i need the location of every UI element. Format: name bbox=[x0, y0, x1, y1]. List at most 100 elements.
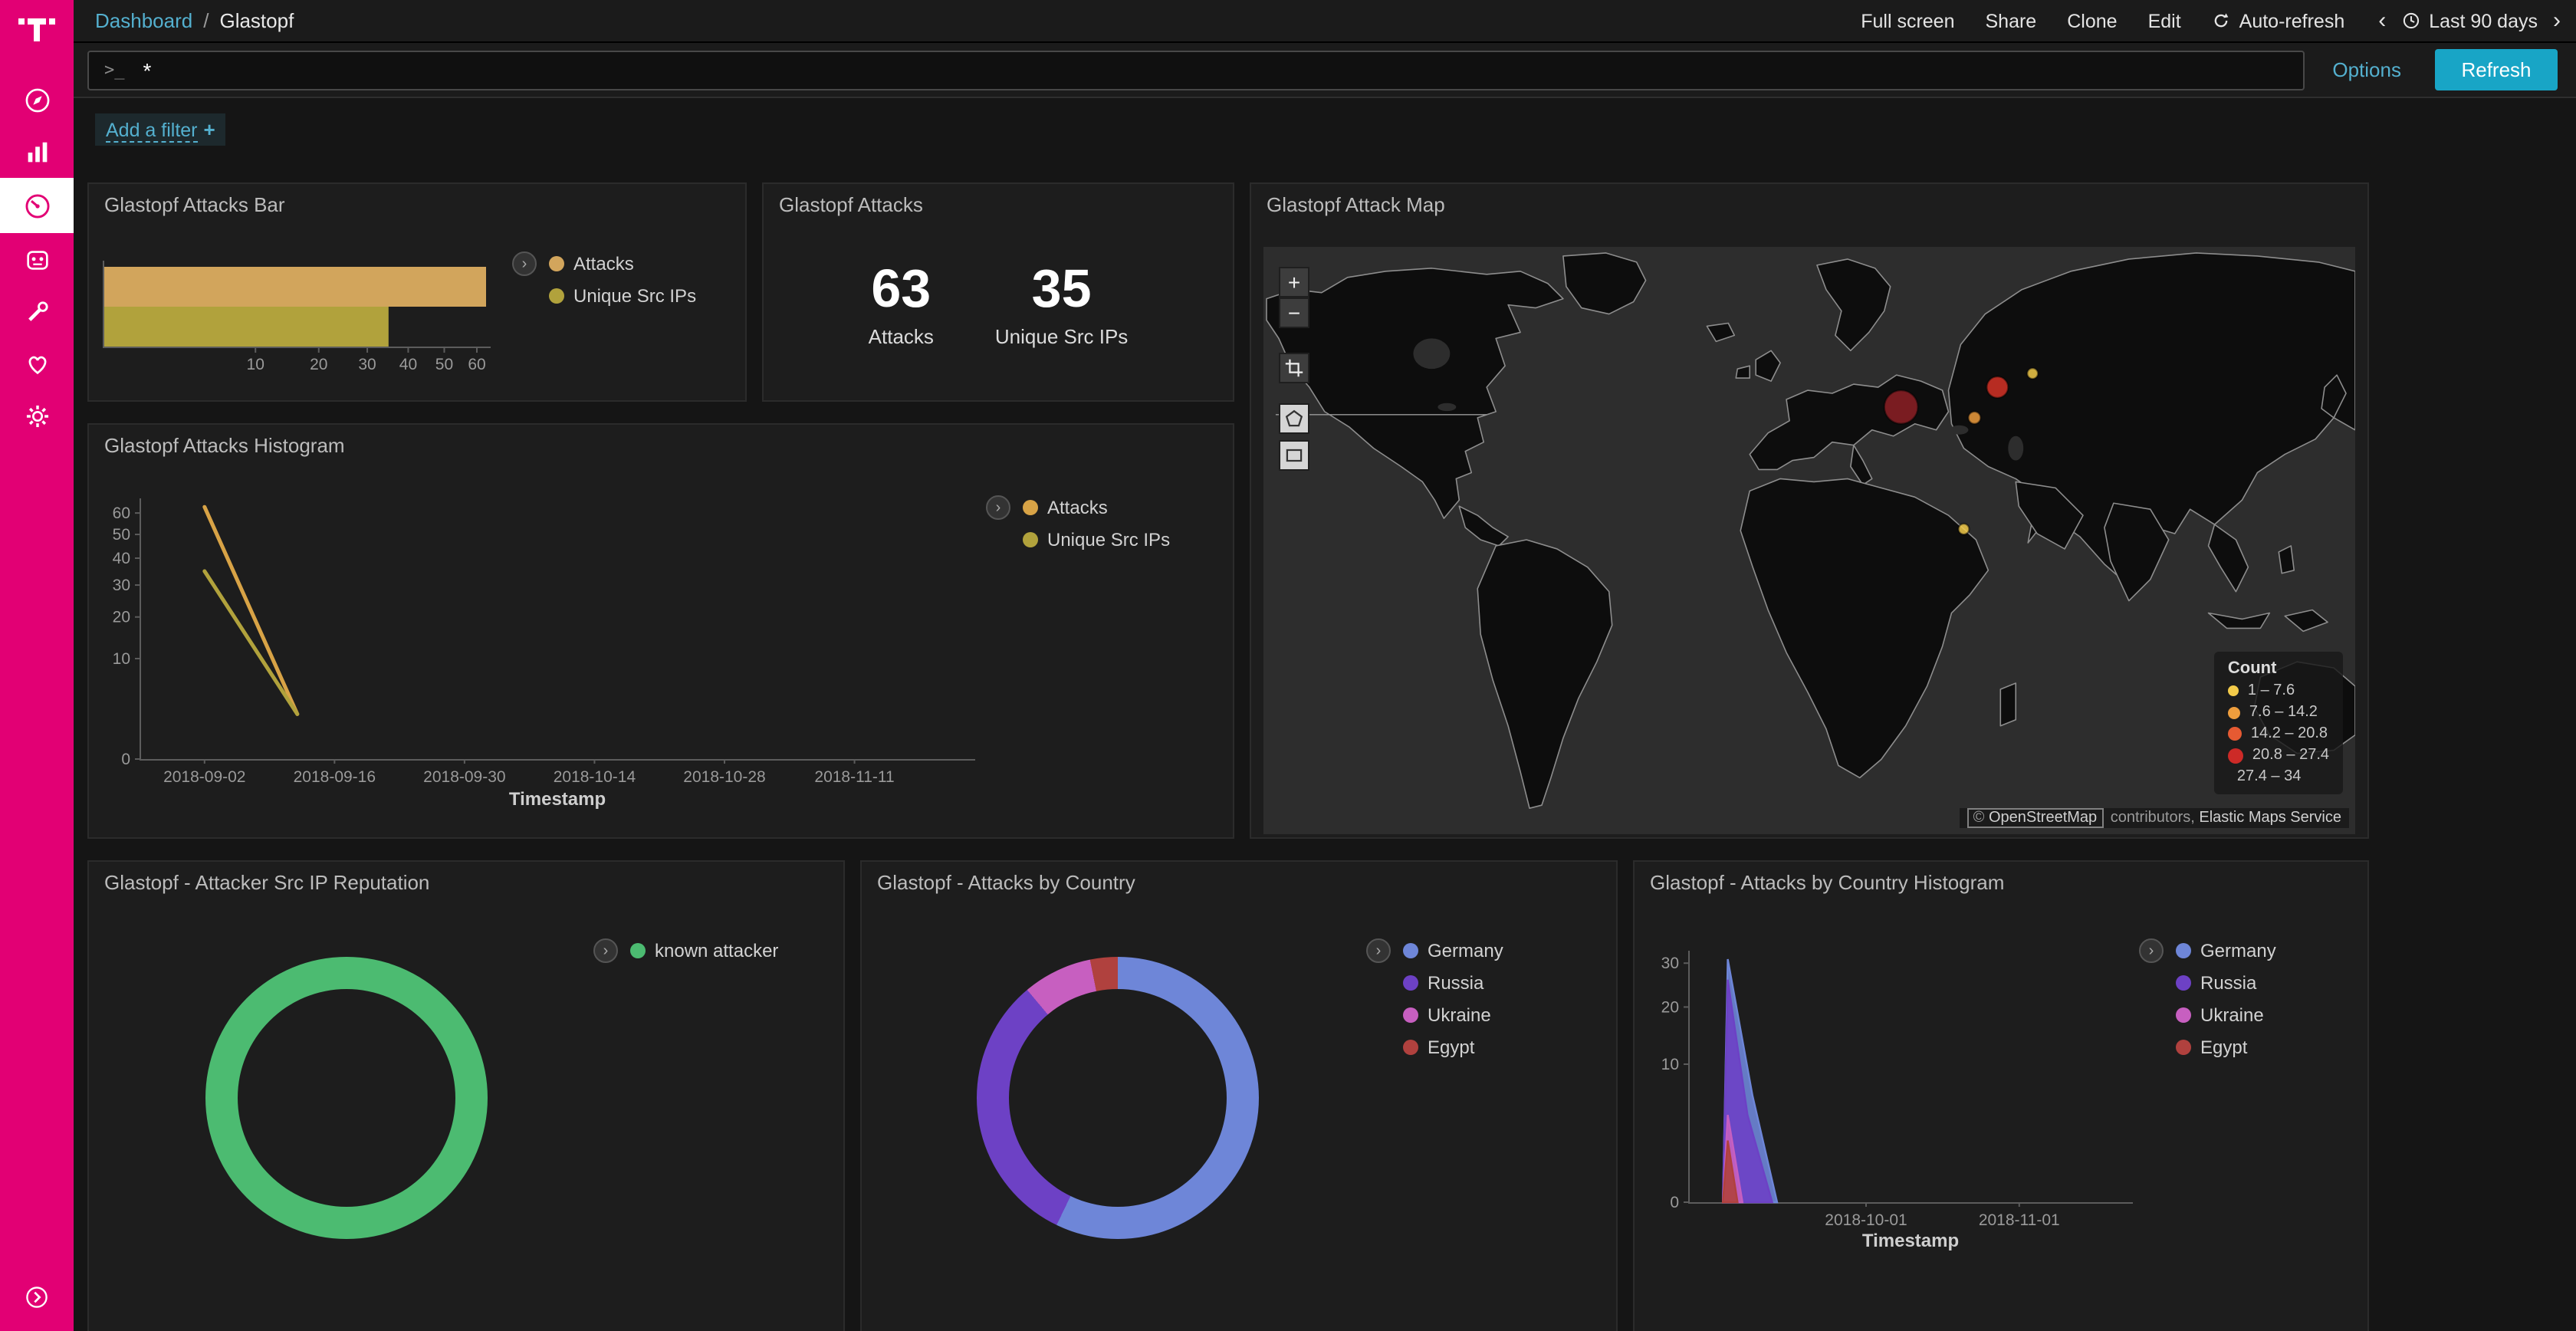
auto-refresh-button[interactable]: Auto-refresh bbox=[2212, 10, 2345, 31]
sidebar-collapse-button[interactable] bbox=[23, 1283, 51, 1316]
time-back-button[interactable]: ‹ bbox=[2378, 9, 2386, 32]
legend-label: Unique Src IPs bbox=[1047, 529, 1170, 550]
breadcrumb-dashboard-link[interactable]: Dashboard bbox=[95, 9, 192, 32]
query-bar: >_ * Options Refresh bbox=[74, 43, 2576, 98]
attacks-histogram-chart[interactable]: 01020304050602018-09-022018-09-162018-09… bbox=[89, 425, 1233, 837]
country-donut-chart[interactable] bbox=[977, 957, 1259, 1239]
donut-hole bbox=[1009, 989, 1227, 1207]
world-map[interactable]: + − Count bbox=[1263, 247, 2355, 834]
legend-dot bbox=[1403, 975, 1418, 991]
legend-label: Attacks bbox=[1047, 497, 1108, 518]
legend-dot bbox=[1403, 943, 1418, 958]
svg-text:2018-09-30: 2018-09-30 bbox=[423, 768, 505, 786]
wrench-icon bbox=[22, 297, 51, 326]
world-map-svg bbox=[1263, 247, 2355, 834]
legend-item[interactable]: Egypt bbox=[2176, 1037, 2276, 1058]
map-zoom-in-button[interactable]: + bbox=[1279, 267, 1309, 297]
legend-dot bbox=[549, 288, 564, 304]
sidebar-item-visualize[interactable] bbox=[0, 126, 74, 178]
sidebar-item-management[interactable] bbox=[0, 389, 74, 442]
country-area-chart[interactable]: 01020302018-10-012018-11-01Timestamp bbox=[1635, 862, 2367, 1331]
map-zoom-out-button[interactable]: − bbox=[1279, 297, 1309, 328]
panel-attacks-histogram: Glastopf Attacks Histogram 0102030405060… bbox=[87, 423, 1234, 839]
legend-dot bbox=[2228, 748, 2243, 763]
svg-text:10: 10 bbox=[1661, 1056, 1679, 1073]
legend-item[interactable]: Unique Src IPs bbox=[1023, 529, 1170, 550]
sidebar-item-dashboard[interactable] bbox=[0, 178, 74, 233]
legend-item[interactable]: Unique Src IPs bbox=[549, 285, 696, 307]
svg-text:20: 20 bbox=[113, 609, 130, 626]
breadcrumb-divider: / bbox=[203, 9, 209, 32]
refresh-button[interactable]: Refresh bbox=[2435, 49, 2558, 90]
options-link[interactable]: Options bbox=[2332, 58, 2401, 81]
legend-item[interactable]: Russia bbox=[1403, 972, 1503, 994]
metric-group: 63 Attacks 35 Unique Src IPs bbox=[764, 184, 1233, 400]
legend-range: 20.8 – 27.4 bbox=[2252, 747, 2329, 764]
app-sidebar bbox=[0, 0, 74, 1331]
legend-item[interactable]: Attacks bbox=[1023, 497, 1170, 518]
legend-item[interactable]: Germany bbox=[2176, 940, 2276, 961]
legend-dot bbox=[2176, 1040, 2191, 1055]
legend-item[interactable]: known attacker bbox=[630, 940, 778, 961]
edit-button[interactable]: Edit bbox=[2148, 10, 2181, 31]
time-range-label: Last 90 days bbox=[2429, 10, 2538, 31]
legend-dot bbox=[1023, 532, 1038, 547]
share-button[interactable]: Share bbox=[1986, 10, 2037, 31]
sidebar-item-discover[interactable] bbox=[0, 74, 74, 126]
time-picker-button[interactable]: Last 90 days bbox=[2401, 10, 2538, 31]
map-draw-rectangle-button[interactable] bbox=[1279, 440, 1309, 471]
legend-range: 1 – 7.6 bbox=[2248, 682, 2295, 699]
legend-item[interactable]: Ukraine bbox=[2176, 1004, 2276, 1026]
svg-text:2018-10-14: 2018-10-14 bbox=[554, 768, 636, 786]
svg-text:10: 10 bbox=[247, 356, 264, 373]
legend-item[interactable]: Egypt bbox=[1403, 1037, 1503, 1058]
legend-toggle-button[interactable] bbox=[593, 938, 618, 963]
metric-value: 35 bbox=[995, 261, 1128, 315]
sidebar-item-timelion[interactable] bbox=[0, 233, 74, 285]
metric-label: Attacks bbox=[869, 324, 934, 347]
legend-label: known attacker bbox=[655, 940, 778, 961]
svg-text:20: 20 bbox=[310, 356, 327, 373]
legend-toggle-button[interactable] bbox=[512, 251, 537, 276]
clone-button[interactable]: Clone bbox=[2067, 10, 2117, 31]
auto-refresh-label: Auto-refresh bbox=[2239, 10, 2345, 31]
query-input[interactable]: >_ * bbox=[87, 50, 2305, 90]
full-screen-button[interactable]: Full screen bbox=[1861, 10, 1954, 31]
sidebar-item-devtools[interactable] bbox=[0, 285, 74, 337]
add-filter-button[interactable]: Add a filter+ bbox=[95, 113, 226, 146]
map-legend-row: 7.6 – 14.2 bbox=[2228, 704, 2329, 721]
elastic-maps-service-link[interactable]: Elastic Maps Service bbox=[2199, 810, 2341, 827]
reputation-donut-chart[interactable] bbox=[205, 957, 488, 1239]
time-forward-button[interactable]: › bbox=[2553, 9, 2561, 32]
panel-attacks-by-country: Glastopf - Attacks by Country Germany Ru… bbox=[860, 860, 1618, 1331]
mask-icon bbox=[22, 245, 51, 274]
legend-item[interactable]: Attacks bbox=[549, 253, 696, 274]
crop-icon bbox=[1283, 357, 1305, 379]
openstreetmap-link[interactable]: OpenStreetMap bbox=[1989, 810, 2097, 827]
svg-text:30: 30 bbox=[358, 356, 376, 373]
legend-label: Russia bbox=[2200, 972, 2256, 994]
filter-bar: Add a filter+ bbox=[74, 98, 2576, 163]
bar-chart-icon bbox=[22, 137, 51, 166]
legend-toggle-button[interactable] bbox=[1366, 938, 1391, 963]
svg-text:20: 20 bbox=[1661, 998, 1679, 1016]
sidebar-item-monitoring[interactable] bbox=[0, 337, 74, 389]
attrib-middle: contributors, bbox=[2106, 810, 2199, 827]
time-picker: ‹ Last 90 days › bbox=[2378, 9, 2561, 32]
kibana-dashboard-page: Dashboard / Glastopf Full screen Share C… bbox=[0, 0, 2576, 1331]
legend-toggle-button[interactable] bbox=[986, 495, 1010, 520]
map-fit-bounds-button[interactable] bbox=[1279, 353, 1309, 383]
legend-label: Germany bbox=[2200, 940, 2276, 961]
legend-dot bbox=[2228, 727, 2242, 741]
legend-item[interactable]: Germany bbox=[1403, 940, 1503, 961]
donut-hole bbox=[238, 989, 455, 1207]
refresh-icon bbox=[2212, 11, 2232, 31]
map-draw-polygon-button[interactable] bbox=[1279, 403, 1309, 434]
telekom-logo[interactable] bbox=[17, 9, 57, 49]
map-count-legend: Count 1 – 7.6 7.6 – 14.2 14.2 – 20.8 20.… bbox=[2214, 652, 2343, 794]
legend-toggle-button[interactable] bbox=[2139, 938, 2164, 963]
legend-label: Egypt bbox=[1428, 1037, 1474, 1058]
panel-attack-map: Glastopf Attack Map bbox=[1250, 182, 2369, 839]
legend-item[interactable]: Ukraine bbox=[1403, 1004, 1503, 1026]
legend-item[interactable]: Russia bbox=[2176, 972, 2276, 994]
